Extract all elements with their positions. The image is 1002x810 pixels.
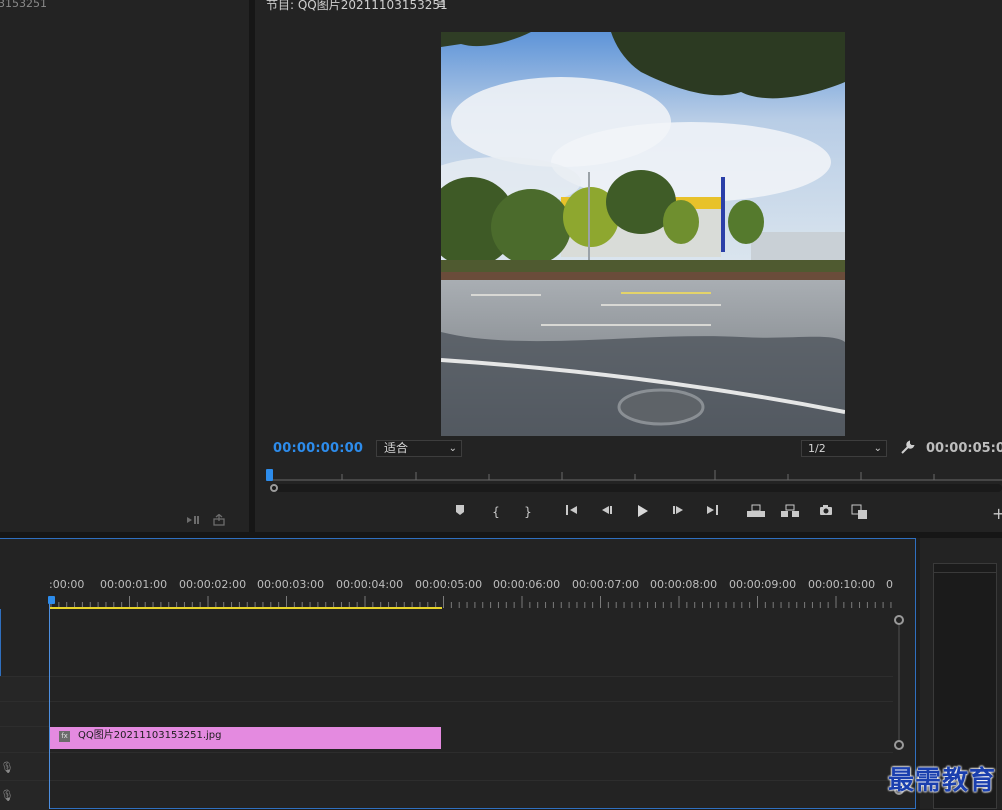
audio-track-a2 [49,780,893,810]
export-frame-icon[interactable] [818,504,834,520]
ruler-ticks [50,596,892,608]
track-divider [49,701,893,702]
program-playhead-icon[interactable] [266,469,273,481]
chevron-down-icon: ⌄ [448,443,457,454]
microphone-icon[interactable]: 🎙 [0,789,14,802]
duration-timecode: 00:00:05:00 [926,441,1002,456]
scroll-track[interactable] [898,625,900,740]
current-timecode[interactable]: 00:00:00:00 [273,441,363,456]
playhead-line[interactable] [49,598,50,809]
resolution-dropdown-value: 1/2 [808,442,826,455]
street-scene-image [441,32,845,436]
step-back-icon[interactable] [599,504,615,520]
step-forward-icon[interactable] [670,504,686,520]
source-panel-title: 3153251 [0,0,47,10]
fit-dropdown[interactable]: 适合 ⌄ [376,440,462,457]
microphone-icon[interactable]: 🎙 [0,761,14,774]
panel-menu-icon[interactable]: ≡ [436,0,446,11]
program-monitor-title[interactable]: 节目: QQ图片20211103153251 [266,0,448,13]
chevron-down-icon: ⌄ [873,443,882,454]
extract-icon[interactable] [780,504,800,520]
go-to-in-icon[interactable] [564,504,580,520]
clip-name: QQ图片20211103153251.jpg [78,730,222,741]
mark-out-icon[interactable]: } [520,504,536,520]
track-header-a1[interactable]: 🎙 [0,752,49,781]
wrench-icon[interactable] [899,440,915,459]
work-area-bar[interactable] [49,607,442,609]
source-panel [0,0,249,532]
go-to-out-icon[interactable] [704,504,720,520]
scroll-handle[interactable] [270,484,278,492]
track-header-v1[interactable] [0,726,49,753]
scroll-handle-bottom[interactable] [894,740,904,750]
track-header-v2[interactable] [0,701,49,727]
lift-icon[interactable] [746,504,766,520]
comparison-view-icon[interactable] [850,504,870,520]
playhead-handle[interactable] [48,596,55,604]
program-time-ruler[interactable] [270,470,1002,481]
watermark-logo: 最需教育 [887,766,996,796]
audio-track-a1 [49,752,893,781]
track-header-v3[interactable] [0,676,49,702]
add-button-icon[interactable]: + [992,504,1002,523]
resolution-dropdown[interactable]: 1/2 ⌄ [801,440,887,457]
video-clip[interactable]: QQ图片20211103153251.jpg [50,727,441,749]
timeline-header [0,539,49,609]
fit-dropdown-value: 适合 [384,441,409,455]
video-preview [441,32,845,436]
track-header-a2[interactable]: 🎙 [0,780,49,810]
fx-badge-icon[interactable]: fx [59,731,70,742]
mark-in-icon[interactable]: { [488,504,504,520]
meter-header [934,564,996,573]
marker-icon[interactable] [452,504,468,520]
timeline-ruler[interactable]: :00:00 00:00:01:00 00:00:02:00 00:00:03:… [49,578,893,610]
insert-export-icons[interactable] [186,513,226,526]
zoom-scrollbar[interactable] [270,484,1002,492]
transport-controls: { } [452,504,872,522]
source-panel-icons [186,513,226,529]
scroll-handle-top[interactable] [894,615,904,625]
play-icon[interactable] [634,504,650,520]
